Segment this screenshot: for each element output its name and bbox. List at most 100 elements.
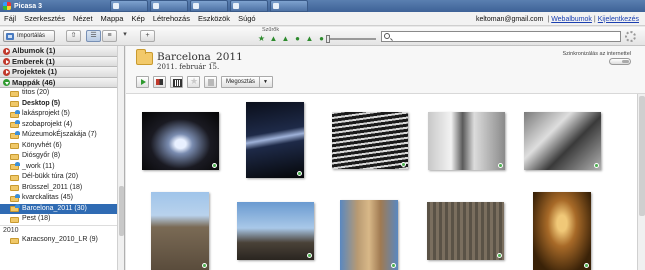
taskbar-tab[interactable]	[110, 0, 148, 12]
view-dropdown-icon[interactable]: ▾	[120, 30, 130, 42]
folder-label: _work (11)	[22, 162, 55, 170]
list-view-icon[interactable]: ☰	[86, 30, 101, 42]
add-folder-icon[interactable]: +	[140, 30, 155, 42]
search-icon	[384, 33, 390, 39]
folder-icon	[10, 185, 19, 191]
scrollbar-thumb[interactable]	[119, 186, 124, 236]
folder-item[interactable]: szobaprojekt (4)	[0, 120, 124, 131]
sidebar-section-albums[interactable]: Albumok (1)	[0, 46, 124, 57]
sync-toggle[interactable]	[609, 58, 631, 65]
folder-item[interactable]: Karacsony_2010_LR (9)	[0, 235, 124, 246]
collapse-arrow-icon[interactable]	[3, 68, 10, 76]
menu-file[interactable]: Fájl	[0, 14, 20, 23]
taskbar-tab[interactable]	[270, 0, 308, 12]
collage-icon[interactable]	[153, 76, 166, 88]
window-title: Picasa 3	[14, 2, 43, 10]
folder-label: Pest (18)	[22, 215, 51, 222]
share-button[interactable]: Megosztás ▼	[221, 76, 273, 88]
shared-folder-icon	[10, 193, 20, 202]
loading-spinner-icon	[625, 31, 636, 42]
menu-picture[interactable]: Kép	[127, 14, 148, 23]
photo-thumbnail[interactable]	[428, 112, 505, 170]
folder-item[interactable]: Pest (18)	[0, 214, 124, 225]
pin-filter-icon[interactable]: ●	[317, 34, 326, 43]
folder-icon	[10, 143, 19, 149]
import-button[interactable]: Importálás	[3, 30, 55, 42]
expand-arrow-icon[interactable]	[3, 79, 10, 86]
window-title-bar: Picasa 3	[0, 0, 645, 12]
menu-folder[interactable]: Mappa	[97, 14, 128, 23]
folder-item[interactable]: titos (20)	[0, 88, 124, 99]
folder-item[interactable]: lakásprojekt (5)	[0, 109, 124, 120]
photo-thumbnail[interactable]	[340, 200, 398, 270]
upload-icon[interactable]: ⇧	[66, 30, 81, 42]
sidebar-section-projects[interactable]: Projektek (1)	[0, 67, 124, 78]
share-label: Megosztás	[226, 79, 256, 85]
main-scrollbar[interactable]	[637, 94, 645, 270]
date-filter-slider[interactable]	[326, 35, 376, 43]
geotag-filter-icon[interactable]: ▲	[305, 34, 314, 43]
menu-tools[interactable]: Eszközök	[194, 14, 234, 23]
photo-thumbnail[interactable]	[151, 192, 209, 270]
photo-thumbnail[interactable]	[533, 192, 591, 270]
star-filter-icon[interactable]: ★	[257, 34, 266, 43]
folder-item[interactable]: kvarckalitas (45)	[0, 193, 124, 204]
folder-label: Karacsony_2010_LR (9)	[22, 236, 98, 243]
menu-edit[interactable]: Szerkesztés	[20, 14, 69, 23]
photo-thumbnail[interactable]	[246, 102, 304, 178]
shared-folder-icon	[10, 162, 20, 170]
album-date[interactable]: 2011. február 15.	[157, 63, 219, 71]
sidebar: Albumok (1) Emberek (1) Projektek (1) Ma…	[0, 46, 125, 270]
menu-bar: Fájl Szerkesztés Nézet Mappa Kép Létreho…	[0, 12, 645, 26]
upload-filter-icon[interactable]: ▲	[269, 34, 278, 43]
star-icon[interactable]	[187, 76, 200, 88]
folder-item[interactable]: Dél-bükk túra (20)	[0, 172, 124, 183]
shared-folder-icon	[10, 120, 20, 128]
folder-label: titos (20)	[22, 89, 50, 96]
album-title[interactable]: Barcelona_2011	[157, 51, 243, 63]
video-filter-icon[interactable]: ▲	[281, 34, 290, 43]
taskbar-tab[interactable]	[190, 0, 228, 12]
photo-thumbnail[interactable]	[142, 112, 219, 170]
webalbums-link[interactable]: Webalbumok	[551, 16, 592, 23]
slider-knob[interactable]	[326, 35, 330, 43]
tree-view-icon[interactable]: ≡	[102, 30, 117, 42]
section-label: Albumok (1)	[12, 46, 56, 55]
chevron-down-icon[interactable]: ▼	[259, 77, 268, 87]
search-box[interactable]	[381, 31, 621, 42]
folder-item[interactable]: _work (11)	[0, 162, 124, 173]
menu-create[interactable]: Létrehozás	[149, 14, 194, 23]
folder-label: lakásprojekt (5)	[22, 110, 70, 117]
taskbar-tab[interactable]	[150, 0, 188, 12]
logout-link[interactable]: Kijelentkezés	[598, 16, 639, 23]
scrollbar-thumb[interactable]	[639, 96, 645, 216]
collapse-arrow-icon[interactable]	[3, 47, 10, 55]
taskbar-tab[interactable]	[230, 0, 268, 12]
menu-help[interactable]: Súgó	[234, 14, 260, 23]
search-input[interactable]	[394, 32, 614, 41]
play-slideshow-icon[interactable]	[136, 76, 149, 88]
folder-item[interactable]: MúzeumokÉjszakája (7)	[0, 130, 124, 141]
folder-label: Dél-bükk túra (20)	[22, 173, 79, 180]
filter-icons: ★ ▲ ▲ ● ▲ ●	[257, 34, 329, 43]
sidebar-scrollbar[interactable]	[117, 46, 124, 270]
import-label: Importálás	[17, 33, 46, 39]
photo-thumbnail[interactable]	[332, 112, 408, 169]
folder-item-selected[interactable]: Barcelona_2011 (30)	[0, 203, 124, 214]
sidebar-section-people[interactable]: Emberek (1)	[0, 56, 124, 67]
menu-view[interactable]: Nézet	[69, 14, 97, 23]
photo-thumbnail[interactable]	[427, 202, 504, 260]
folder-icon	[10, 101, 19, 107]
sidebar-section-folders[interactable]: Mappák (46)	[0, 77, 124, 88]
folder-item[interactable]: Desktop (5)	[0, 99, 124, 110]
album-folder-icon	[136, 49, 153, 65]
folder-item[interactable]: Diósgyőr (8)	[0, 151, 124, 162]
folder-item[interactable]: Könyvhét (6)	[0, 141, 124, 152]
face-filter-icon[interactable]: ●	[293, 34, 302, 43]
photo-thumbnail[interactable]	[524, 112, 601, 170]
movie-icon[interactable]	[170, 76, 183, 88]
save-icon[interactable]	[204, 76, 217, 88]
collapse-arrow-icon[interactable]	[3, 58, 10, 65]
photo-thumbnail[interactable]	[237, 202, 314, 260]
folder-item[interactable]: Brüsszel_2011 (18)	[0, 183, 124, 194]
